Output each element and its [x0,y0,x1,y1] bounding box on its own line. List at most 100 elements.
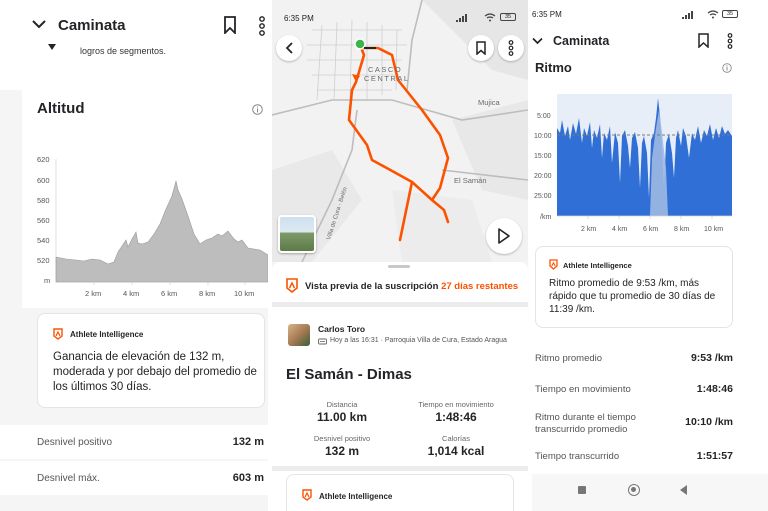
athlete-intelligence-icon [302,489,312,501]
expand-icon[interactable] [48,44,56,50]
stat-label: Desnivel máx. [37,473,100,484]
segments-note: logros de segmentos. [80,46,167,56]
stat-label: Ritmo durante el tiempo [535,412,636,423]
y-tick-label: 15:00 [534,153,552,160]
stat-value: 1:48:46 [696,383,733,395]
route-map[interactable]: CASCO CENTRAL Mujica El Samán Villa de C… [272,0,528,262]
signal-icon [456,14,467,22]
sheet-handle[interactable] [388,265,410,268]
battery-level: 35 [504,14,512,20]
athlete-intelligence-card: Athlete Intelligence Ritmo promedio de 9… [535,246,733,328]
activity-screen: CASCO CENTRAL Mujica El Samán Villa de C… [272,0,528,511]
metric-value: 132 m [324,444,360,458]
preview-label: Vista previa de la suscripción [305,281,439,292]
segments-section: logros de segmentos. [0,40,268,90]
info-icon[interactable] [252,104,263,115]
info-icon[interactable] [722,63,732,73]
ai-text-line: 11:39 /km. [549,304,595,315]
metric-value: 11.00 km [316,410,368,424]
athlete-intelligence-card: Athlete Intelligence Ganancia de elevaci… [37,313,265,408]
metric-label: Distancia [326,400,358,409]
athlete-intelligence-icon [53,328,63,340]
y-tick-label: 5:00 [537,113,551,120]
x-tick-label: 6 km [643,226,658,233]
map-label: CENTRAL [364,74,410,83]
stat-row: Desnivel positivo 132 m [0,425,268,459]
y-tick-label: 620 [37,155,50,164]
activity-title: El Samán - Dimas [286,366,412,383]
stat-value: 10:10 /km [685,416,733,428]
map-label: CASCO [368,65,402,74]
divider [272,302,528,307]
more-vertical-icon[interactable] [727,33,733,49]
battery-level: 35 [726,11,734,17]
metric-value: 1:48:46 [435,410,477,424]
altitude-screen: Caminata logros de segmentos. Altitud 62… [0,0,268,511]
pace-screen: 6:35 PM 35 Caminata Ritmo 5:00 10:00 15:… [532,0,768,511]
home-button[interactable] [628,484,640,496]
x-tick-label: 8 km [674,226,689,233]
x-tick-label: 4 km [612,226,627,233]
x-tick-label: 10 km [704,226,723,233]
x-tick-label: 4 km [123,289,139,298]
activity-meta: Hoy a las 16:31 · Parroquia Villa de Cur… [330,337,507,344]
y-tick-label: 560 [37,216,50,225]
play-button[interactable] [486,218,522,254]
stat-label: transcurrido promedio [535,424,628,435]
athlete-name[interactable]: Carlos Toro [318,324,365,334]
chevron-down-icon[interactable] [32,19,46,29]
metric-value: 1,014 kcal [427,444,485,458]
avatar[interactable] [288,324,310,346]
stat-label: Ritmo promedio [535,353,603,364]
y-tick-label: 600 [37,176,50,185]
back-button[interactable] [276,35,302,61]
elevation-area [55,180,268,283]
x-tick-label: 10 km [234,289,254,298]
more-vertical-icon [508,40,514,56]
bookmark-icon [476,41,486,55]
athlete-intelligence-icon [549,259,558,270]
y-tick-label: 520 [37,256,50,265]
map-label: Mujica [478,98,501,107]
wifi-icon [707,10,719,19]
recents-button[interactable] [578,486,586,494]
photo-thumbnail[interactable] [278,215,316,253]
bookmark-button[interactable] [468,35,494,61]
bookmark-icon[interactable] [223,16,237,34]
route-start-marker [354,38,366,50]
y-tick-label: 20:00 [534,173,552,180]
athlete-intelligence-icon [286,278,298,293]
stat-label: Tiempo en movimiento [535,384,631,395]
back-nav-icon[interactable] [680,485,688,495]
stat-value: 1:51:57 [696,450,733,462]
ai-label: Athlete Intelligence [70,330,144,339]
athlete-intelligence-card: Athlete Intelligence [286,474,514,511]
pace-chart: 5:00 10:00 15:00 20:00 25:00 /km 2 km 4 … [534,94,732,233]
y-tick-label: 580 [37,196,50,205]
ai-label: Athlete Intelligence [563,261,632,270]
stat-value: 603 m [232,472,264,484]
wifi-icon [484,13,496,22]
chevron-down-icon[interactable] [532,37,543,45]
bookmark-icon[interactable] [698,33,709,48]
more-button[interactable] [498,35,524,61]
walk-activity-icon [318,338,327,345]
y-tick-label: 540 [37,236,50,245]
ai-text-line: Ganancia de elevación de 132 m, [53,351,225,363]
subscription-preview-banner[interactable]: Vista previa de la suscripción 27 días r… [272,272,528,298]
x-tick-label: 2 km [85,289,101,298]
elevation-chart: 620 600 580 560 540 520 m 2 km 4 km 6 km… [37,155,268,298]
x-tick-label: 8 km [199,289,215,298]
map-label: El Samán [454,176,487,185]
metric-label: Tiempo en movimiento [418,400,494,409]
divider [272,466,528,471]
stat-label: Tiempo transcurrido [535,451,620,462]
stat-value: 132 m [232,436,264,448]
page-title: Caminata [58,17,126,34]
more-vertical-icon[interactable] [258,16,266,36]
altitude-section: Altitud 620 600 580 560 540 520 m 2 km 4… [22,84,268,308]
ai-label: Athlete Intelligence [319,492,393,501]
metric-label: Calorías [442,434,470,443]
signal-icon [682,11,693,19]
metric-label: Desnivel positivo [313,434,371,443]
